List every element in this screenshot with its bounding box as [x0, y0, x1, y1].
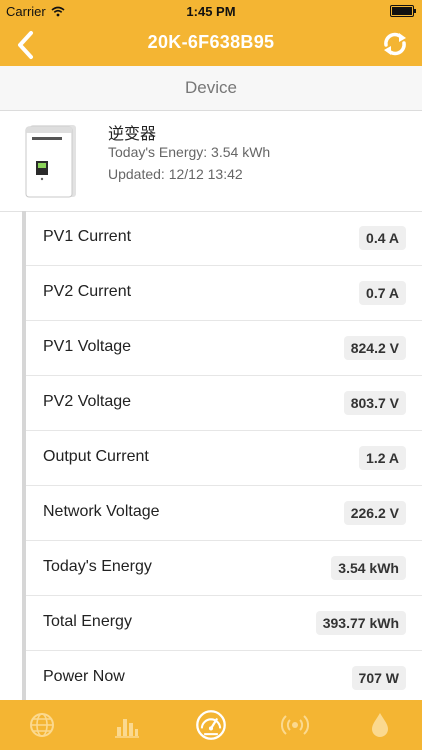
bar-chart-icon [114, 719, 139, 738]
tab-globe[interactable] [0, 700, 84, 750]
metric-row-pv1-current: PV1 Current 0.4 A [26, 211, 422, 266]
metric-row-total-energy: Total Energy 393.77 kWh [26, 596, 422, 651]
metric-value: 707 W [351, 666, 406, 690]
metric-value: 393.77 kWh [315, 611, 406, 635]
tab-signal[interactable] [253, 700, 337, 750]
status-right [390, 4, 416, 17]
metric-label: PV2 Voltage [43, 393, 132, 410]
metric-row-pv1-voltage: PV1 Voltage 824.2 V [26, 321, 422, 376]
metric-label: Today's Energy [43, 558, 152, 575]
metric-value: 0.4 A [359, 226, 406, 250]
status-bar: Carrier 1:45 PM [0, 0, 422, 22]
device-card[interactable]: 逆变器 Today's Energy: 3.54 kWh Updated: 12… [0, 111, 422, 212]
metric-label: Output Current [43, 448, 149, 465]
metric-label: Power Now [43, 668, 125, 685]
page-title: 20K-6F638B95 [147, 32, 275, 52]
status-time: 1:45 PM [186, 4, 236, 19]
metric-label: Total Energy [43, 613, 132, 630]
metric-row-power-now: Power Now 707 W [26, 651, 422, 700]
metric-row-output-current: Output Current 1.2 A [26, 431, 422, 486]
metric-value: 0.7 A [359, 281, 406, 305]
globe-icon [30, 713, 55, 737]
metric-label: PV1 Voltage [43, 338, 132, 355]
metric-row-network-voltage: Network Voltage 226.2 V [26, 486, 422, 541]
metric-value: 226.2 V [343, 501, 406, 525]
device-name: 逆变器 [108, 126, 157, 143]
metric-row-todays-energy: Today's Energy 3.54 kWh [26, 541, 422, 596]
metrics-list[interactable]: PV1 Current 0.4 A PV2 Current 0.7 A PV1 … [26, 211, 422, 700]
navigation-bar: 20K-6F638B95 [0, 22, 422, 66]
tab-bar [0, 700, 422, 750]
section-header: Device [0, 66, 422, 111]
device-updated-time: Updated: 12/12 13:42 [108, 166, 243, 182]
metric-value: 803.7 V [343, 391, 406, 415]
battery-icon [390, 5, 416, 17]
metric-label: PV1 Current [43, 228, 132, 245]
device-today-energy: Today's Energy: 3.54 kWh [108, 144, 271, 160]
tab-statistics[interactable] [84, 700, 168, 750]
broadcast-icon [281, 715, 310, 735]
metric-value: 824.2 V [343, 336, 406, 360]
tab-drop[interactable] [338, 700, 422, 750]
metric-row-pv2-current: PV2 Current 0.7 A [26, 266, 422, 321]
refresh-icon[interactable] [380, 29, 410, 59]
tab-device[interactable] [169, 700, 253, 750]
metric-value: 1.2 A [359, 446, 406, 470]
metric-row-pv2-voltage: PV2 Voltage 803.7 V [26, 376, 422, 431]
inverter-device-icon [25, 125, 76, 198]
drop-icon [371, 713, 388, 737]
metric-value: 3.54 kWh [331, 556, 406, 580]
metric-label: Network Voltage [43, 503, 160, 520]
metric-label: PV2 Current [43, 283, 132, 300]
gauge-icon [196, 710, 226, 740]
